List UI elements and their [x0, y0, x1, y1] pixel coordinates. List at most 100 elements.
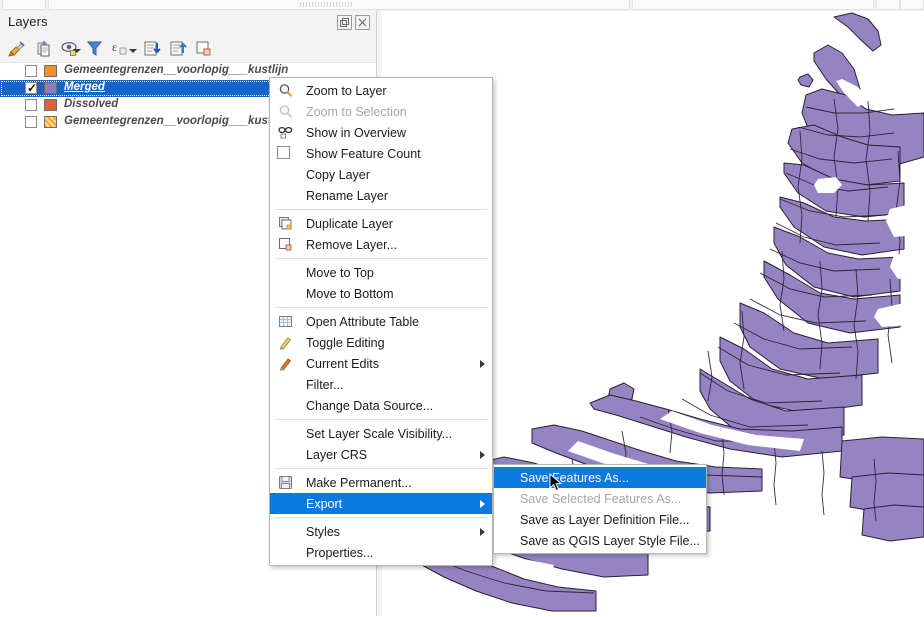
menu-separator: [275, 419, 487, 420]
menu-item-show-in-overview[interactable]: Show in Overview: [270, 122, 492, 143]
menu-item-open-attribute-table[interactable]: Open Attribute Table: [270, 311, 492, 332]
layer-name-label: Merged: [64, 81, 105, 93]
expand-all-icon[interactable]: [141, 37, 163, 59]
menu-item-label: Show Feature Count: [306, 146, 421, 161]
menu-separator: [275, 468, 487, 469]
menu-item-label: Remove Layer...: [306, 237, 398, 252]
manage-map-themes-dropdown-arrow[interactable]: [73, 49, 81, 57]
panel-button-group: [337, 15, 370, 30]
attribute-table-icon: [277, 313, 294, 330]
open-layer-styling-panel-icon[interactable]: [6, 37, 28, 59]
page-title: Layers: [8, 14, 48, 29]
export-submenu[interactable]: Save Features As... Save Selected Featur…: [493, 464, 707, 554]
menu-item-label: Make Permanent...: [306, 475, 412, 490]
menu-separator: [275, 307, 487, 308]
menu-item-save-as-qgis-layer-style-file[interactable]: Save as QGIS Layer Style File...: [494, 530, 706, 551]
layer-symbol-swatch: [44, 99, 57, 111]
menu-item-rename-layer[interactable]: Rename Layer: [270, 185, 492, 206]
remove-layer-icon: [277, 236, 294, 253]
duplicate-layer-icon: [277, 215, 294, 232]
chevron-right-icon: [480, 451, 485, 459]
layer-symbol-swatch: [44, 65, 57, 77]
menu-item-export[interactable]: Export: [270, 493, 492, 514]
current-edits-icon: [277, 355, 294, 372]
menu-item-filter[interactable]: Filter...: [270, 374, 492, 395]
menu-item-duplicate-layer[interactable]: Duplicate Layer: [270, 213, 492, 234]
chevron-right-icon: [480, 500, 485, 508]
menu-item-label: Open Attribute Table: [306, 314, 420, 329]
menu-separator: [275, 209, 487, 210]
menu-item-label: Move to Bottom: [306, 286, 394, 301]
menu-item-show-feature-count[interactable]: Show Feature Count: [270, 143, 492, 164]
layer-symbol-swatch: [44, 116, 57, 128]
menu-item-save-selected-features-as: Save Selected Features As...: [494, 488, 706, 509]
filter-legend-icon[interactable]: [83, 37, 105, 59]
menu-item-remove-layer[interactable]: Remove Layer...: [270, 234, 492, 255]
menu-item-move-to-bottom[interactable]: Move to Bottom: [270, 283, 492, 304]
menu-item-label: Change Data Source...: [306, 398, 434, 413]
layer-name-label: Dissolved: [64, 98, 119, 110]
menu-item-zoom-to-selection: Zoom to Selection: [270, 101, 492, 122]
chevron-right-icon: [480, 360, 485, 368]
layer-visibility-checkbox[interactable]: ✓: [25, 81, 38, 95]
menu-item-set-layer-scale-visibility[interactable]: Set Layer Scale Visibility...: [270, 423, 492, 444]
menu-item-label: Layer CRS: [306, 447, 368, 462]
collapse-all-icon[interactable]: [167, 37, 189, 59]
layer-visibility-checkbox[interactable]: [25, 116, 37, 128]
menu-item-label: Duplicate Layer: [306, 216, 393, 231]
toolbar-chunk-3: [632, 0, 874, 10]
menu-item-properties[interactable]: Properties...: [270, 542, 492, 563]
zoom-to-layer-icon: [277, 82, 294, 99]
menu-item-label: Move to Top: [306, 265, 374, 280]
toggle-editing-pencil-icon: [277, 334, 294, 351]
menu-item-make-permanent[interactable]: Make Permanent...: [270, 472, 492, 493]
qgis-window: Layers ε Gemeentegrenzen__voorlopig___ku…: [0, 0, 924, 617]
menu-item-label: Properties...: [306, 545, 374, 560]
show-feature-count-checkbox[interactable]: [277, 146, 290, 159]
menu-item-label: Set Layer Scale Visibility...: [306, 426, 453, 441]
menu-separator: [275, 517, 487, 518]
filter-legend-dropdown-arrow[interactable]: [129, 49, 137, 57]
filter-legend-by-expression-icon[interactable]: ε: [108, 37, 130, 59]
show-in-overview-icon: [277, 124, 294, 141]
menu-item-move-to-top[interactable]: Move to Top: [270, 262, 492, 283]
make-permanent-save-icon: [277, 474, 294, 491]
menu-item-current-edits[interactable]: Current Edits: [270, 353, 492, 374]
layer-visibility-checkbox[interactable]: [25, 65, 37, 77]
menu-item-styles[interactable]: Styles: [270, 521, 492, 542]
undock-panel-button[interactable]: [337, 15, 352, 30]
menu-item-label: Zoom to Selection: [306, 104, 407, 119]
close-panel-button[interactable]: [355, 15, 370, 30]
menu-item-label: Save Selected Features As...: [520, 491, 682, 506]
layer-context-menu[interactable]: Zoom to Layer Zoom to Selection Show in …: [269, 77, 493, 566]
menu-item-label: Toggle Editing: [306, 335, 385, 350]
svg-text:ε: ε: [112, 40, 117, 54]
menu-item-change-data-source[interactable]: Change Data Source...: [270, 395, 492, 416]
menu-item-label: Filter...: [306, 377, 344, 392]
chevron-right-icon: [480, 528, 485, 536]
checkmark-icon: ✓: [27, 81, 38, 95]
menu-item-zoom-to-layer[interactable]: Zoom to Layer: [270, 80, 492, 101]
menu-item-layer-crs[interactable]: Layer CRS: [270, 444, 492, 465]
menu-item-label: Save as QGIS Layer Style File...: [520, 533, 700, 548]
menu-item-label: Copy Layer: [306, 167, 370, 182]
toolbar-chunk-4: [876, 0, 900, 10]
menu-item-copy-layer[interactable]: Copy Layer: [270, 164, 492, 185]
layer-name-label: Gemeentegrenzen__voorlopig___kust: [64, 115, 272, 127]
add-group-icon[interactable]: [33, 37, 55, 59]
layer-name-label: Gemeentegrenzen__voorlopig___kustlijn: [64, 64, 289, 76]
menu-item-save-as-layer-definition-file[interactable]: Save as Layer Definition File...: [494, 509, 706, 530]
menu-item-label: Zoom to Layer: [306, 83, 387, 98]
zoom-to-selection-icon: [277, 103, 294, 120]
remove-layer-group-icon[interactable]: [192, 37, 214, 59]
menu-item-label: Save as Layer Definition File...: [520, 512, 690, 527]
menu-item-label: Rename Layer: [306, 188, 388, 203]
menu-item-save-features-as[interactable]: Save Features As...: [494, 467, 706, 488]
menu-item-label: Show in Overview: [306, 125, 407, 140]
menu-item-toggle-editing[interactable]: Toggle Editing: [270, 332, 492, 353]
layer-visibility-checkbox[interactable]: [25, 99, 37, 111]
layers-panel-toolbar: ε: [0, 34, 376, 61]
menu-item-label: Current Edits: [306, 356, 379, 371]
menu-item-label: Styles: [306, 524, 341, 539]
layers-panel-titlebar: Layers: [0, 11, 376, 34]
